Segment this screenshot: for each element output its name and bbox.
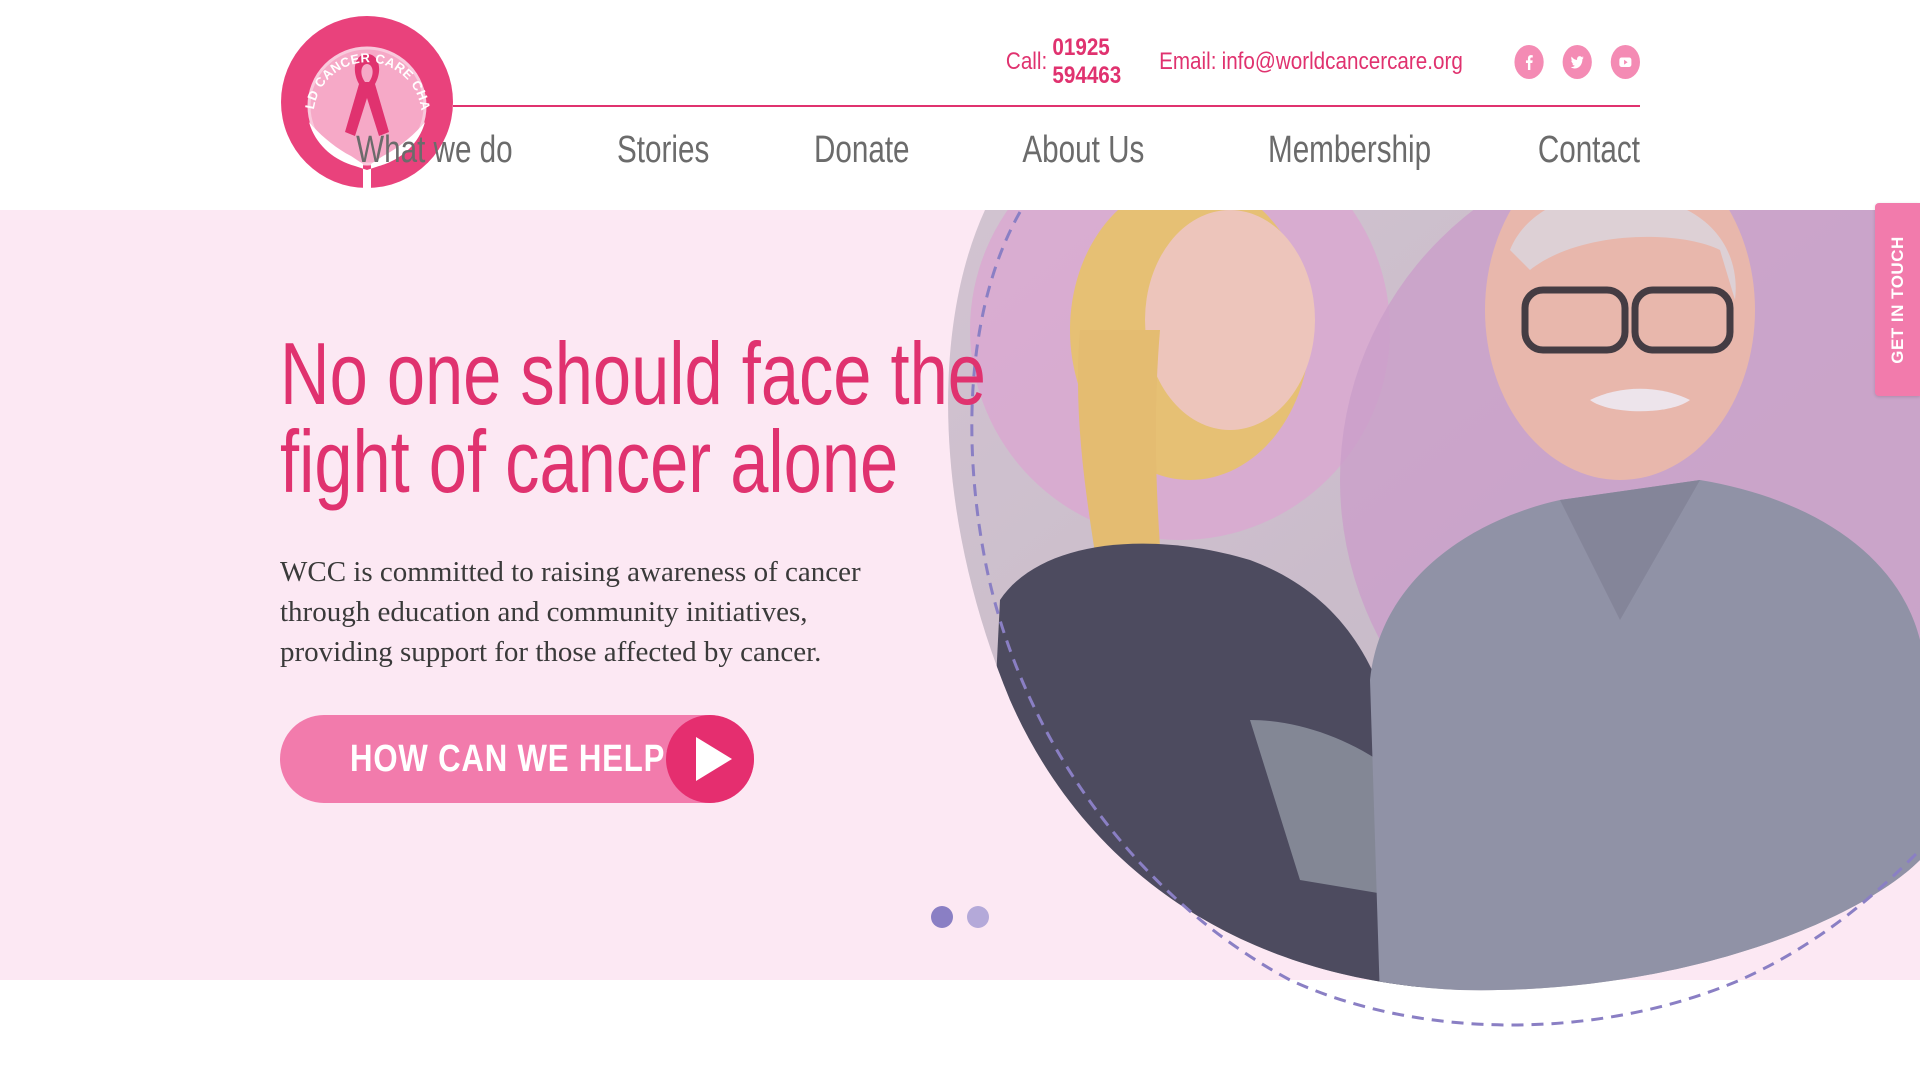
youtube-icon[interactable] — [1610, 45, 1640, 79]
nav-item-donate[interactable]: Donate — [814, 129, 910, 172]
email-label: Email: — [1159, 48, 1217, 75]
nav-item-stories[interactable]: Stories — [617, 129, 709, 172]
main-nav: What we do Stories Donate About Us Membe… — [312, 120, 1640, 180]
nav-item-about-us[interactable]: About Us — [1022, 129, 1144, 172]
social-links — [1496, 45, 1640, 79]
headline-line-1: No one should face the — [280, 324, 986, 423]
nav-item-what-we-do[interactable]: What we do — [356, 129, 513, 172]
nav-item-membership[interactable]: Membership — [1268, 129, 1431, 172]
nav-item-contact[interactable]: Contact — [1538, 129, 1640, 172]
cta-label: HOW CAN WE HELP? — [350, 738, 686, 780]
how-can-we-help-button[interactable]: HOW CAN WE HELP? — [280, 715, 754, 803]
facebook-icon[interactable] — [1514, 45, 1544, 79]
slide-dot-1[interactable] — [931, 906, 953, 928]
hero-headline: No one should face the fight of cancer a… — [280, 324, 986, 511]
contact-bar: Call: 01925 594463 Email: info@worldcanc… — [1004, 34, 1640, 89]
header-divider — [453, 105, 1640, 107]
slide-dot-2[interactable] — [967, 906, 989, 928]
email-item[interactable]: Email: info@worldcancercare.org — [1159, 48, 1463, 76]
play-arrow-icon — [666, 715, 754, 803]
headline-line-2: fight of cancer alone — [280, 412, 899, 511]
get-in-touch-label: GET IN TOUCH — [1887, 235, 1907, 364]
twitter-icon[interactable] — [1562, 45, 1592, 79]
email-address[interactable]: info@worldcancercare.org — [1222, 48, 1463, 76]
hero-description: WCC is committed to raising awareness of… — [280, 556, 861, 668]
call-label: Call: — [1005, 48, 1048, 75]
slider-pagination — [931, 906, 1003, 928]
phone-number[interactable]: 01925 594463 — [1052, 34, 1121, 90]
get-in-touch-tab[interactable]: GET IN TOUCH — [1875, 203, 1920, 396]
call-item[interactable]: Call: 01925 594463 — [1006, 34, 1121, 90]
